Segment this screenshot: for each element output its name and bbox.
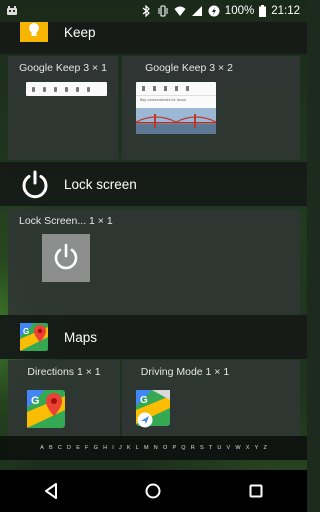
alphabet-letter[interactable]: B	[49, 445, 53, 451]
vibrate-icon	[158, 5, 168, 17]
power-icon	[22, 170, 48, 199]
alphabet-letter[interactable]: D	[67, 445, 71, 451]
alphabet-letter[interactable]: Y	[255, 445, 259, 451]
signal-icon	[191, 6, 202, 16]
widget-preview-keep-3x2: Bay conservatories for fauna	[136, 82, 216, 134]
alphabet-letter[interactable]: A	[40, 445, 44, 451]
alphabet-letter[interactable]: T	[209, 445, 212, 451]
section-header-maps: G Maps	[0, 315, 307, 359]
alphabet-letter[interactable]: H	[103, 445, 107, 451]
alphabet-letter[interactable]: M	[144, 445, 149, 451]
alphabet-letter[interactable]: J	[119, 445, 122, 451]
svg-text:G: G	[23, 327, 29, 336]
preview-bridge-image	[136, 108, 216, 134]
power-icon	[54, 243, 78, 270]
alphabet-letter[interactable]: F	[85, 445, 88, 451]
widget-keep-3x2[interactable]: Google Keep 3 × 2 Bay conservatories for…	[122, 56, 300, 160]
home-button[interactable]	[133, 471, 173, 511]
alphabet-letter[interactable]: K	[127, 445, 131, 451]
section-header-lock-screen: Lock screen	[0, 162, 307, 206]
bluetooth-icon	[142, 5, 150, 17]
clock: 21:12	[271, 5, 300, 17]
navigation-bar	[0, 470, 307, 512]
section-header-keep: Keep	[0, 22, 307, 54]
alphabet-scroller[interactable]: ABCDEFGHIJKLMNOPQRSTUVWXYZ	[0, 436, 307, 460]
back-triangle-icon	[45, 483, 58, 499]
alphabet-letter[interactable]: U	[217, 445, 221, 451]
wifi-icon	[174, 6, 186, 16]
svg-text:G: G	[140, 395, 148, 406]
preview-note-text: Bay conservatories for fauna	[140, 98, 186, 102]
keep-bulb-icon	[20, 22, 48, 42]
google-maps-icon: G	[20, 323, 48, 351]
alphabet-letter[interactable]: L	[136, 445, 139, 451]
recents-button[interactable]	[236, 471, 276, 511]
alphabet-letter[interactable]: R	[191, 445, 195, 451]
alphabet-letter[interactable]: P	[172, 445, 176, 451]
alphabet-letter[interactable]: Q	[181, 445, 185, 451]
home-circle-icon	[145, 483, 161, 499]
battery-percent: 100%	[224, 5, 255, 17]
widget-label: Lock Screen... 1 × 1	[19, 215, 113, 227]
widget-lock-screen-1x1[interactable]: Lock Screen... 1 × 1	[8, 209, 300, 317]
widget-picker-list[interactable]: Keep Google Keep 3 × 1 Google Keep 3 × 2…	[0, 22, 307, 458]
alphabet-letter[interactable]: S	[200, 445, 204, 451]
battery-icon	[259, 5, 267, 17]
widget-label: Driving Mode 1 × 1	[140, 366, 230, 378]
alphabet-letter[interactable]: Z	[264, 445, 267, 451]
alphabet-letter[interactable]: W	[235, 445, 240, 451]
section-title-maps: Maps	[64, 329, 98, 345]
alphabet-letter[interactable]: I	[112, 445, 114, 451]
section-title-keep: Keep	[64, 24, 96, 40]
widget-preview-lock	[42, 234, 90, 282]
section-title-lock-screen: Lock screen	[64, 176, 137, 192]
recents-square-icon	[249, 484, 263, 498]
driving-mode-widget-icon: G	[136, 390, 170, 428]
widget-label: Google Keep 3 × 2	[145, 62, 233, 74]
alphabet-letter[interactable]: V	[227, 445, 231, 451]
alphabet-letter[interactable]: G	[94, 445, 98, 451]
widget-preview-keep-3x1	[26, 82, 107, 96]
status-bar: 100% 21:12	[0, 0, 307, 22]
back-button[interactable]	[31, 471, 71, 511]
battery-saver-icon	[208, 5, 220, 17]
alphabet-letter[interactable]: C	[58, 445, 62, 451]
svg-text:G: G	[31, 395, 40, 407]
alphabet-letter[interactable]: O	[163, 445, 167, 451]
alphabet-letter[interactable]: N	[154, 445, 158, 451]
notification-icon	[7, 6, 17, 15]
alphabet-letter[interactable]: X	[246, 445, 250, 451]
alphabet-letter[interactable]: E	[76, 445, 80, 451]
directions-widget-icon: G	[27, 390, 65, 428]
